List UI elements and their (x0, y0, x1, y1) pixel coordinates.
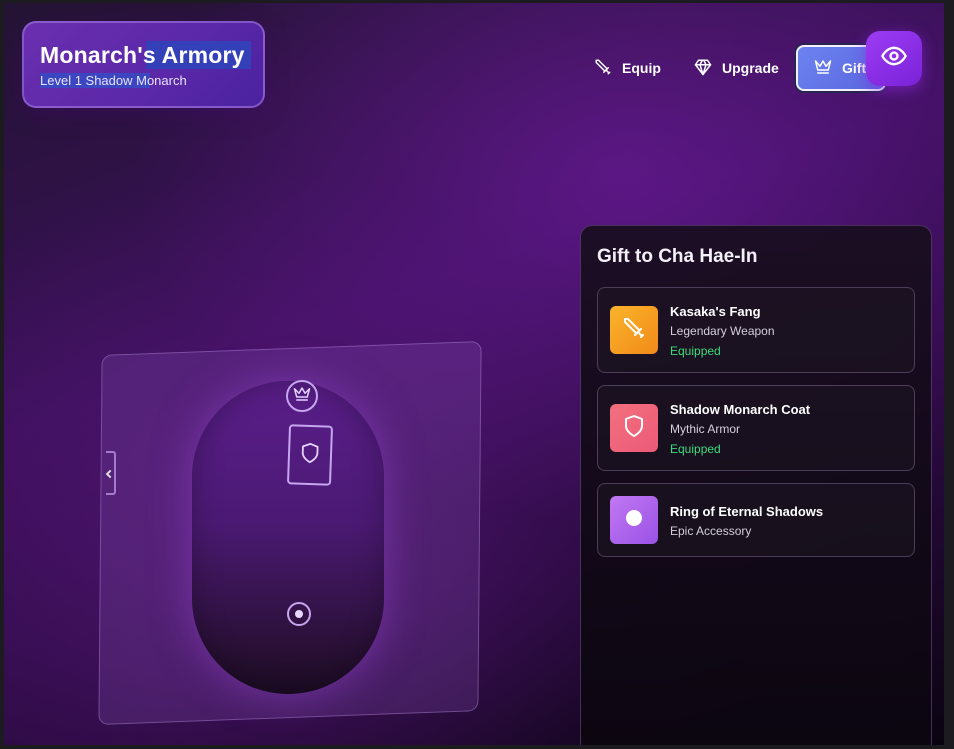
gift-item-card[interactable]: Kasaka's Fang Legendary Weapon Equipped (597, 287, 915, 373)
item-icon-box (610, 306, 658, 354)
body-slot[interactable] (286, 424, 334, 486)
crown-icon (293, 385, 311, 408)
eye-icon (880, 42, 908, 75)
item-icon-box (610, 404, 658, 452)
ring-icon (622, 506, 646, 535)
gift-panel: Gift to Cha Hae-In Kasaka's Fang Legenda… (580, 225, 932, 745)
shield-icon (299, 441, 322, 469)
item-type: Mythic Armor (670, 422, 741, 436)
item-status: Equipped (670, 344, 721, 358)
shield-icon (622, 414, 646, 443)
app-window: Monarch's Armory Level 1 Shadow Monarch … (0, 0, 954, 749)
sword-icon (622, 316, 646, 345)
equip-tab-label: Equip (622, 60, 661, 76)
ring-slot[interactable] (287, 602, 311, 626)
title-card: Monarch's Armory Level 1 Shadow Monarch (22, 21, 265, 108)
gift-panel-title: Gift to Cha Hae-In (597, 246, 758, 267)
head-slot[interactable] (286, 380, 318, 412)
upgrade-tab-label: Upgrade (722, 60, 779, 76)
item-type: Legendary Weapon (670, 324, 775, 338)
rotate-left-handle[interactable] (106, 451, 116, 495)
item-name: Ring of Eternal Shadows (670, 504, 824, 519)
equip-tab[interactable]: Equip (580, 46, 674, 90)
item-status: Equipped (670, 442, 721, 456)
sword-icon (594, 58, 612, 79)
page-title: Monarch's Armory (40, 41, 251, 69)
crown-icon (814, 58, 832, 79)
item-type: Epic Accessory (670, 524, 752, 538)
gem-icon (694, 58, 712, 79)
top-nav: Equip Upgrade Gift (580, 45, 886, 91)
upgrade-tab[interactable]: Upgrade (680, 46, 784, 90)
item-name: Shadow Monarch Coat (670, 402, 811, 417)
gift-item-card[interactable]: Shadow Monarch Coat Mythic Armor Equippe… (597, 385, 915, 471)
item-name: Kasaka's Fang (670, 304, 761, 319)
toggle-view-button[interactable] (866, 31, 922, 86)
gift-tab-label: Gift (842, 60, 867, 76)
armory-stage: Monarch's Armory Level 1 Shadow Monarch … (4, 3, 944, 745)
item-icon-box (610, 496, 658, 544)
gift-item-card[interactable]: Ring of Eternal Shadows Epic Accessory (597, 483, 915, 557)
player-level: Level 1 Shadow Monarch (40, 73, 189, 88)
